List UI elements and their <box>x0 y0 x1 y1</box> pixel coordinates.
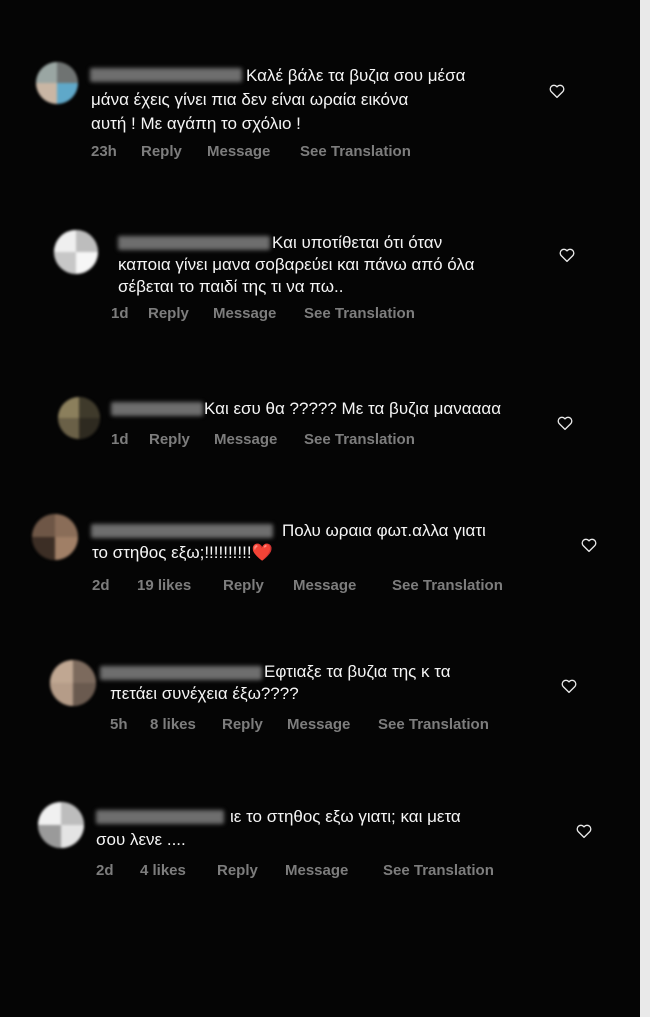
see-translation-button[interactable]: See Translation <box>378 716 489 733</box>
reply-button[interactable]: Reply <box>217 862 258 879</box>
red-heart-emoji: ❤️ <box>251 543 273 562</box>
reply-button[interactable]: Reply <box>141 143 182 160</box>
heart-outline-icon[interactable] <box>548 82 566 100</box>
avatar[interactable] <box>38 802 84 848</box>
comment-text-line: το στηθος εξω;!!!!!!!!!!❤️ <box>92 542 273 564</box>
username-blurred[interactable] <box>100 666 262 680</box>
see-translation-button[interactable]: See Translation <box>392 577 503 594</box>
comment-text-line: αυτή ! Με αγάπη το σχόλιο ! <box>91 114 301 133</box>
message-button[interactable]: Message <box>214 431 277 448</box>
reply-button[interactable]: Reply <box>222 716 263 733</box>
comment-meta: 1d Reply Message See Translation <box>111 305 511 323</box>
heart-outline-icon[interactable] <box>560 677 578 695</box>
comment-time: 2d <box>92 577 110 594</box>
username-blurred[interactable] <box>91 524 273 538</box>
likes-count[interactable]: 19 likes <box>137 577 191 594</box>
comment-text-line: Καλέ βάλε τα βυζια σου μέσα <box>246 66 466 85</box>
comment-text-line: ιε το στηθος εξω γιατι; και μετα <box>230 807 461 826</box>
comment-time: 1d <box>111 305 129 322</box>
heart-outline-icon[interactable] <box>575 822 593 840</box>
comment-meta: 23h Reply Message See Translation <box>91 143 491 161</box>
comment-text: το στηθος εξω;!!!!!!!!!! <box>92 543 252 562</box>
username-blurred[interactable] <box>96 810 224 824</box>
likes-count[interactable]: 8 likes <box>150 716 196 733</box>
reply-button[interactable]: Reply <box>149 431 190 448</box>
message-button[interactable]: Message <box>287 716 350 733</box>
comment-text-line: Και υποτίθεται ότι όταν <box>272 233 443 252</box>
comment-meta: 1d Reply Message See Translation <box>111 431 511 449</box>
comment-time: 23h <box>91 143 117 160</box>
comment-meta: 2d 19 likes Reply Message See Translatio… <box>92 577 552 595</box>
avatar[interactable] <box>58 397 100 439</box>
likes-count[interactable]: 4 likes <box>140 862 186 879</box>
message-button[interactable]: Message <box>285 862 348 879</box>
avatar[interactable] <box>36 62 78 104</box>
comment-text-line: σέβεται το παιδί της τι να πω.. <box>118 277 344 296</box>
avatar[interactable] <box>50 660 96 706</box>
message-button[interactable]: Message <box>293 577 356 594</box>
comment-6: ιε το στηθος εξω γιατι; και μετα σου λεν… <box>0 0 640 879</box>
username-blurred[interactable] <box>111 402 203 416</box>
avatar[interactable] <box>54 230 98 274</box>
comment-text-line: μάνα έχεις γίνει πια δεν είναι ωραία εικ… <box>91 90 409 109</box>
message-button[interactable]: Message <box>207 143 270 160</box>
heart-outline-icon[interactable] <box>580 536 598 554</box>
username-blurred[interactable] <box>90 68 242 82</box>
heart-outline-icon[interactable] <box>558 246 576 264</box>
comment-time: 2d <box>96 862 114 879</box>
heart-outline-icon[interactable] <box>556 414 574 432</box>
comment-1: Καλέ βάλε τα βυζια σου μέσα μάνα έχεις γ… <box>0 0 640 170</box>
see-translation-button[interactable]: See Translation <box>304 305 415 322</box>
comment-meta: 2d 4 likes Reply Message See Translation <box>96 862 536 880</box>
username-blurred[interactable] <box>118 236 270 250</box>
see-translation-button[interactable]: See Translation <box>300 143 411 160</box>
comment-text-line: Πολυ ωραια φωτ.αλλα γιατι <box>282 521 486 540</box>
comment-time: 1d <box>111 431 129 448</box>
reply-button[interactable]: Reply <box>223 577 264 594</box>
comment-text-line: καποια γίνει μανα σοβαρεύει και πάνω από… <box>118 255 475 274</box>
comment-text-line: Και εσυ θα ????? Με τα βυζια μαναααα <box>204 399 502 418</box>
see-translation-button[interactable]: See Translation <box>383 862 494 879</box>
see-translation-button[interactable]: See Translation <box>304 431 415 448</box>
reply-button[interactable]: Reply <box>148 305 189 322</box>
comment-text-line: πετάει συνέχεια έξω???? <box>110 684 299 703</box>
comment-time: 5h <box>110 716 128 733</box>
avatar[interactable] <box>32 514 78 560</box>
comment-text-line: Εφτιαξε τα βυζια της κ τα <box>264 662 451 681</box>
screen-edge <box>640 0 650 1017</box>
comment-text-line: σου λενε .... <box>96 830 186 849</box>
message-button[interactable]: Message <box>213 305 276 322</box>
comment-meta: 5h 8 likes Reply Message See Translation <box>110 716 530 734</box>
